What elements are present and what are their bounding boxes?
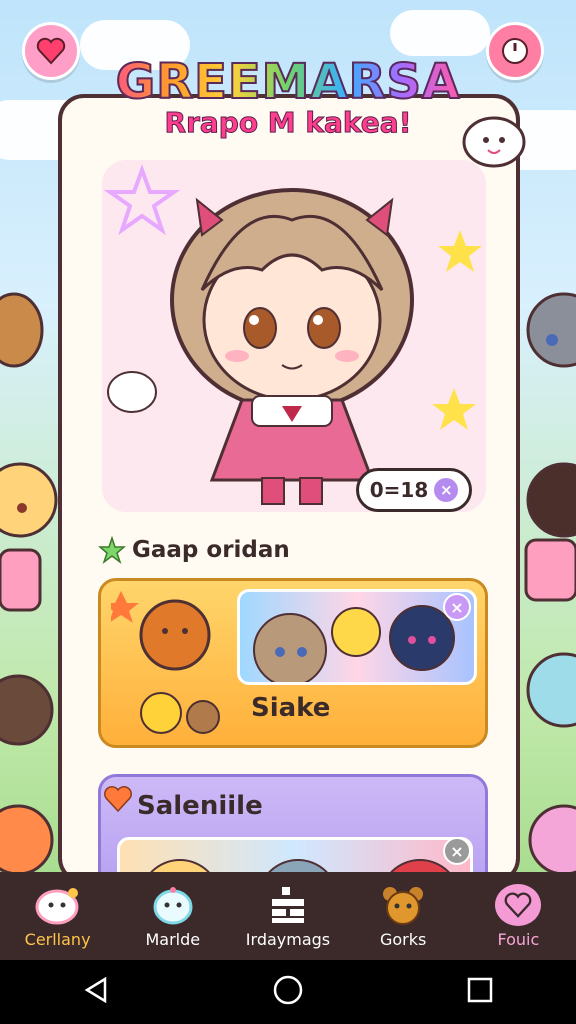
nav-item-marlde[interactable]: Marlde [118,884,228,949]
logo-title: GREEMARSA [115,53,461,111]
heart-bubble-icon [495,883,542,926]
nav-label: Fouic [497,929,540,949]
nav-item-cerllany[interactable]: Cerllany [3,884,113,949]
bottom-navigation: Cerllany Marlde Irdaymags Gorks Fouic [0,872,576,960]
nav-label: Cerllany [24,929,91,949]
chibi-character-art [103,164,482,505]
game-logo: GREEMARSA Rrapo M kakea! [0,53,576,140]
game-thumbnail [237,589,477,685]
star-icon [98,536,126,564]
side-characters-right-art [524,292,576,876]
side-characters-left [0,240,60,880]
cloud-decoration [390,10,490,56]
card-label: Saleniile [137,791,263,821]
heart-icon [104,786,132,813]
nav-label: Gorks [379,929,427,949]
game-card[interactable]: × Siake [98,578,488,748]
back-icon[interactable] [81,975,111,1009]
recents-icon[interactable] [465,975,495,1009]
ghost-mascot-icon [35,884,81,926]
ghost-face-icon [150,884,196,926]
section-title: Gaap oridan [132,537,290,563]
character-group-art [253,605,455,682]
nav-item-gorks[interactable]: Gorks [348,884,458,949]
close-icon[interactable]: × [434,478,459,502]
nav-label: Marlde [145,929,201,949]
nav-label: Irdaymags [245,929,331,949]
bear-icon [380,884,426,926]
grid-list-icon [265,884,311,926]
blob-creatures-icon [111,591,220,734]
nav-item-irdaymags[interactable]: Irdaymags [233,884,343,949]
card-close-button[interactable]: × [443,593,471,621]
side-characters-right [516,240,576,880]
home-icon[interactable] [272,974,304,1010]
card-close-button[interactable]: × [443,837,471,865]
card-label: Siake [251,693,331,723]
stat-value: 0=18 [369,478,429,502]
system-navigation-bar [0,960,576,1024]
game-card[interactable]: Saleniile × [98,774,488,880]
nav-item-fouic[interactable]: Fouic [463,883,573,949]
section-header: Gaap oridan [98,536,290,564]
ghost-mascot-decoration [462,116,526,168]
side-characters-left-art [0,292,58,876]
character-showcase [102,160,486,512]
character-panel: 0=18 × Gaap oridan × Siake Saleniile × [58,94,520,884]
stat-pill[interactable]: 0=18 × [356,468,472,512]
